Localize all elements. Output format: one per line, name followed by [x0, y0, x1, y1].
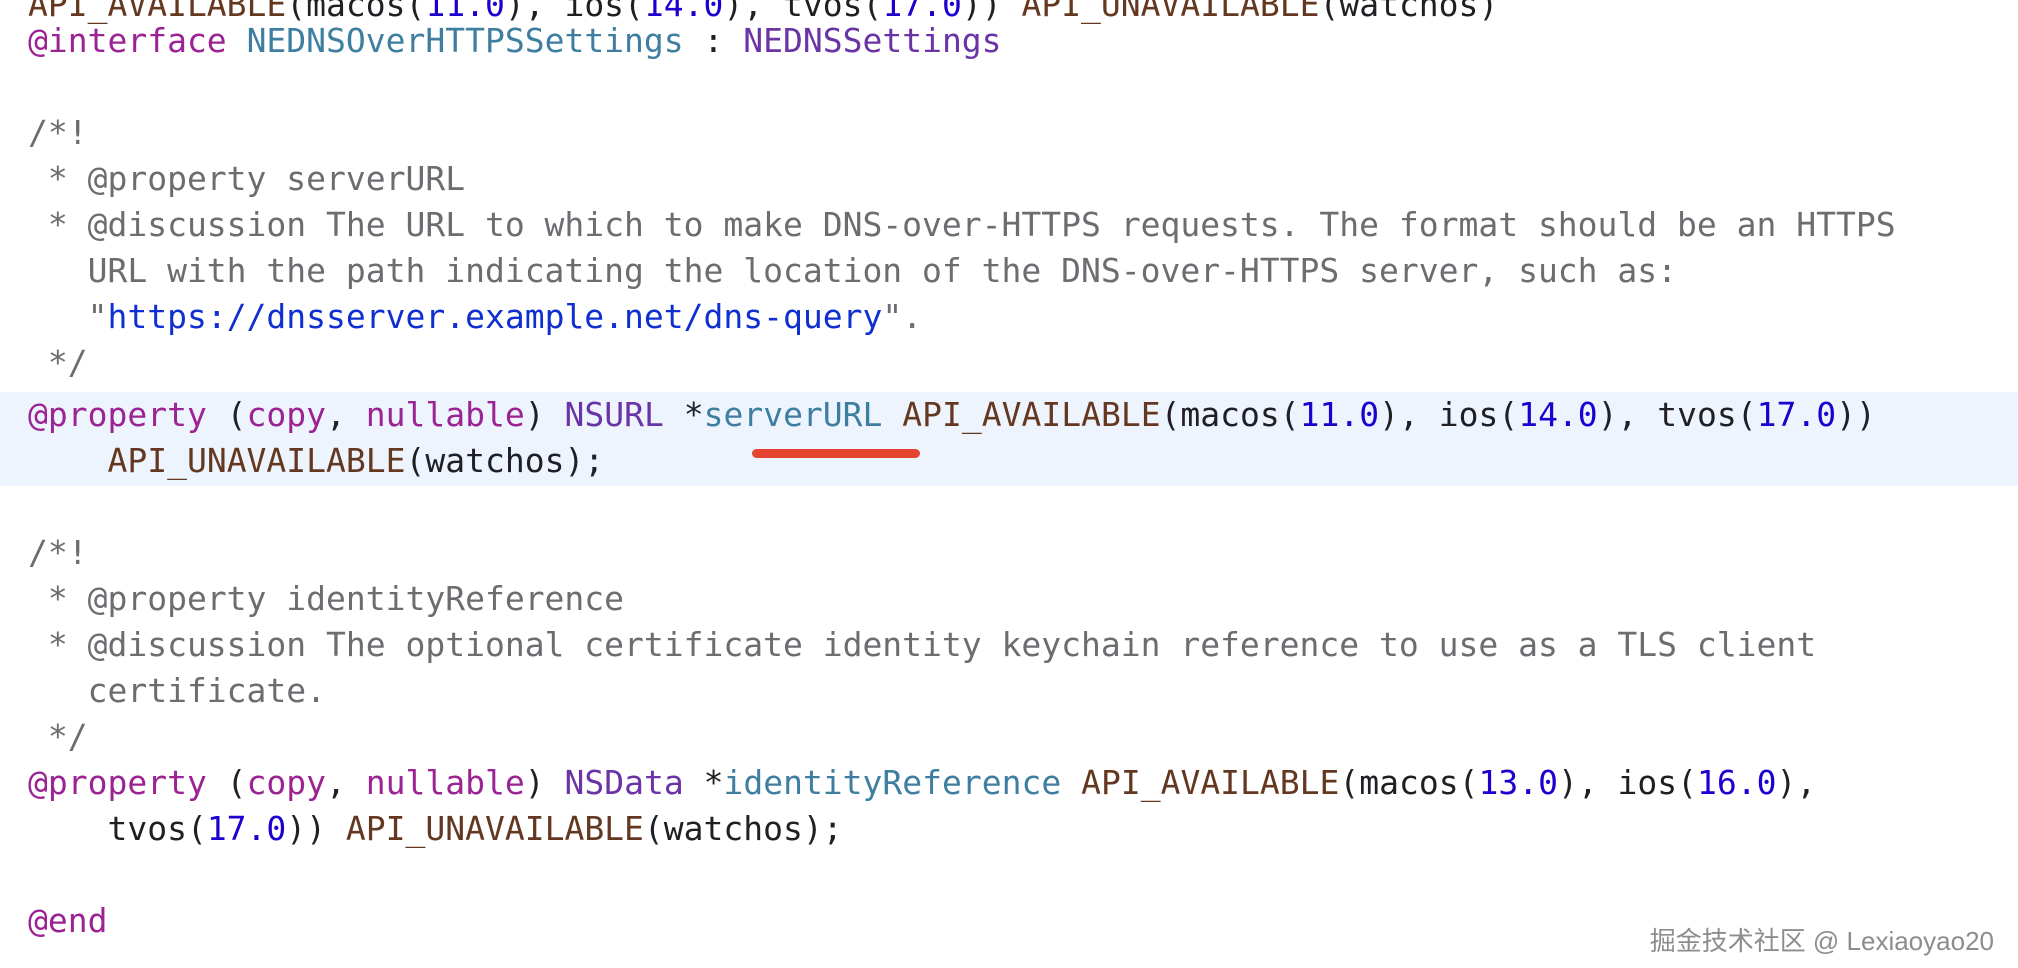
code-token-type: identityReference [723, 763, 1062, 802]
code-line[interactable] [0, 64, 2018, 110]
code-line[interactable] [0, 852, 2018, 898]
code-token-kw: @interface [28, 21, 227, 60]
code-token-link[interactable]: https://dnsserver.example.net/dns-query [107, 297, 882, 336]
code-line[interactable]: tvos(17.0)) API_UNAVAILABLE(watchos); [0, 806, 2018, 852]
code-token-num: 11.0 [1299, 395, 1380, 434]
code-token-plain: , [326, 395, 366, 434]
code-token-plain: ), ios( [1557, 763, 1698, 802]
code-token-comment: ". [882, 297, 923, 336]
code-token-plain: ), tvos( [1597, 395, 1757, 434]
code-token-num: 17.0 [206, 809, 287, 848]
code-token-num: 13.0 [1478, 763, 1558, 802]
code-line[interactable]: * @discussion The URL to which to make D… [0, 202, 2018, 248]
code-line[interactable]: certificate. [0, 668, 2018, 714]
code-line[interactable]: /*! [0, 110, 2018, 156]
code-line[interactable]: */ [0, 340, 2018, 386]
code-token-comment: */ [28, 717, 88, 756]
code-token-plain: (watchos); [405, 441, 605, 480]
code-token-comment: * @discussion The optional certificate i… [28, 625, 1817, 664]
code-line[interactable]: @property (copy, nullable) NSData *ident… [0, 760, 2018, 806]
code-line[interactable]: URL with the path indicating the locatio… [0, 248, 2018, 294]
code-token-comment: * @property serverURL [28, 159, 466, 198]
code-line[interactable]: API_UNAVAILABLE(watchos); [0, 438, 2018, 484]
code-line[interactable]: "https://dnsserver.example.net/dns-query… [0, 294, 2018, 340]
code-token-plain: (macos( [1339, 763, 1479, 802]
code-token-attr: copy [246, 763, 327, 802]
code-token-plain: tvos( [28, 809, 207, 848]
code-token-macro: API_UNAVAILABLE [345, 809, 644, 848]
code-token-attr: copy [246, 395, 327, 434]
code-token-plain: ), ios( [1379, 395, 1519, 434]
code-token-comment: /*! [28, 113, 88, 152]
code-token-comment: * @discussion The URL to which to make D… [28, 205, 1896, 244]
code-token-plain: ), [1776, 763, 1817, 802]
code-token-kw: @property [28, 763, 207, 802]
code-token-type2: NSData [564, 763, 684, 802]
code-token-plain: )) [286, 809, 346, 848]
code-token-plain: ( [206, 395, 247, 434]
code-token-plain: * [663, 395, 704, 434]
code-token-type: NEDNSOverHTTPSSettings [246, 21, 684, 60]
code-token-comment: /*! [28, 533, 88, 572]
code-token-plain: (macos( [1160, 395, 1300, 434]
code-token-plain: ) [524, 763, 565, 802]
code-token-kw: @property [28, 395, 207, 434]
code-line[interactable]: /*! [0, 530, 2018, 576]
code-line[interactable]: * @property identityReference [0, 576, 2018, 622]
serverurl-underline-annotation [752, 449, 920, 458]
code-token-plain: ( [206, 763, 247, 802]
code-token-plain: )) [1836, 395, 1876, 434]
code-token-macro: API_UNAVAILABLE [107, 441, 406, 480]
code-token-comment: certificate. [28, 671, 327, 710]
code-line[interactable]: * @discussion The optional certificate i… [0, 622, 2018, 668]
code-line[interactable]: @interface NEDNSOverHTTPSSettings : NEDN… [0, 18, 2018, 64]
code-token-num: 14.0 [1518, 395, 1598, 434]
code-token-attr: nullable [365, 763, 525, 802]
code-editor[interactable]: API_AVAILABLE(macos(11.0), ios(14.0), tv… [0, 0, 2018, 968]
code-token-comment: * @property identityReference [28, 579, 625, 618]
code-token-comment: URL with the path indicating the locatio… [28, 251, 1678, 290]
code-token-num: 16.0 [1697, 763, 1777, 802]
code-token-plain: * [683, 763, 724, 802]
code-token-kw: @end [28, 901, 108, 940]
code-token-comment: */ [28, 343, 88, 382]
code-token-type2: NSURL [564, 395, 664, 434]
code-line[interactable]: @property (copy, nullable) NSURL *server… [0, 392, 2018, 438]
code-token-plain: (watchos); [643, 809, 843, 848]
code-token-plain: , [326, 763, 366, 802]
code-token-comment: " [28, 297, 108, 336]
watermark: 掘金技术社区 @ Lexiaoyao20 [1649, 926, 1994, 956]
code-token-type2: NEDNSSettings [743, 21, 1002, 60]
code-token-attr: nullable [365, 395, 525, 434]
code-token-type: serverURL [703, 395, 883, 434]
code-token-macro: API_AVAILABLE [902, 395, 1161, 434]
code-token-num: 17.0 [1756, 395, 1837, 434]
code-token-plain: : [683, 21, 744, 60]
code-line[interactable]: * @property serverURL [0, 156, 2018, 202]
code-token-plain: ) [524, 395, 565, 434]
code-line[interactable] [0, 484, 2018, 530]
code-line[interactable]: */ [0, 714, 2018, 760]
code-token-macro: API_AVAILABLE [1081, 763, 1340, 802]
